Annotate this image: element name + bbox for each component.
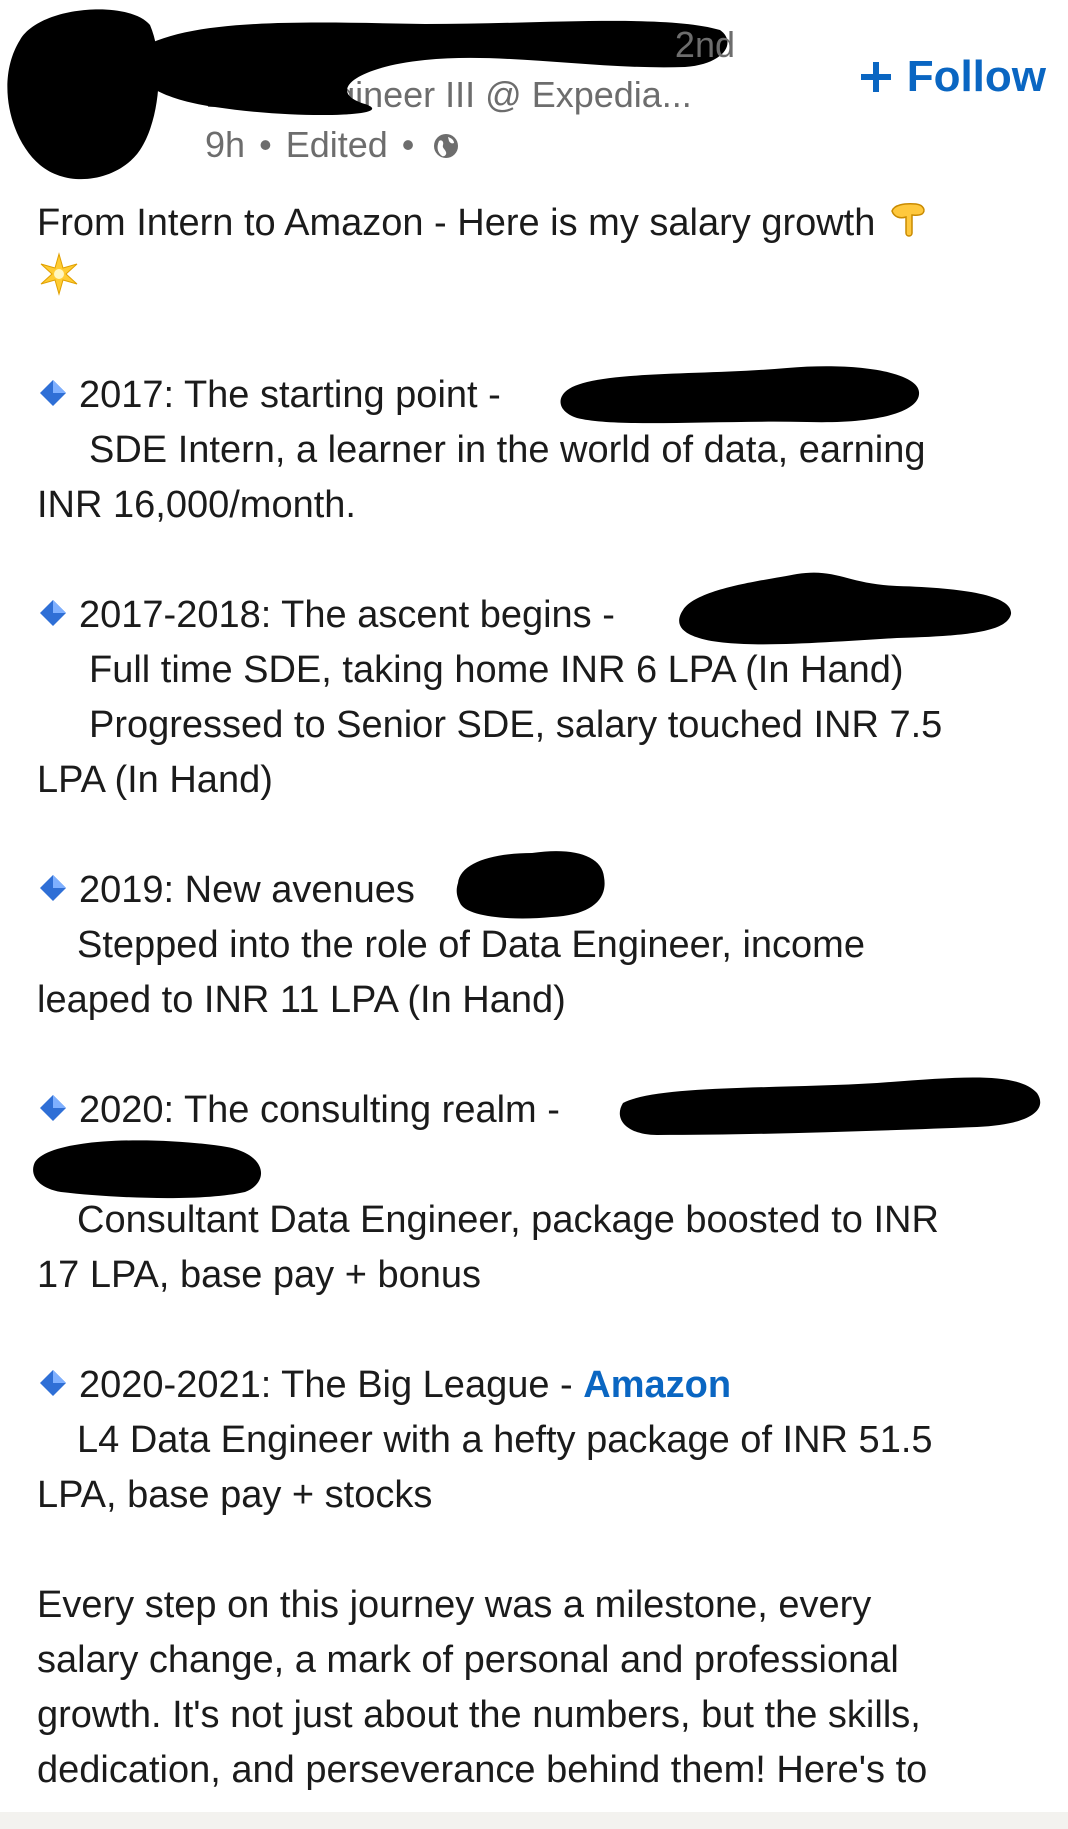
post-body: From Intern to Amazon - Here is my salar… xyxy=(33,196,1041,1798)
milestone-2017: 2017: The starting point - SDE Intern, a… xyxy=(37,366,1037,533)
milestone-line: leaped to INR 11 LPA (In Hand) xyxy=(37,979,566,1021)
milestone-title: 2019: New avenues xyxy=(37,851,1037,919)
company-redaction xyxy=(560,366,920,424)
company-redaction xyxy=(679,572,1012,645)
milestone-2019: 2019: New avenues Stepped into the role … xyxy=(37,851,1037,1028)
milestone-2017-2018: 2017-2018: The ascent begins - Full time… xyxy=(37,572,1037,808)
milestone-title-text: 2020-2021: The Big League - xyxy=(79,1364,584,1406)
intro-text: From Intern to Amazon - Here is my salar… xyxy=(37,202,876,244)
amazon-company-link[interactable]: Amazon xyxy=(583,1364,731,1406)
milestone-2020-2021: 2020-2021: The Big League - Amazon L4 Da… xyxy=(37,1358,1037,1523)
author-meta: 2nd Data Engineer III @ Expedia... 9h • … xyxy=(133,20,735,170)
post-time-row: 9h • Edited • xyxy=(205,120,735,170)
separator: • xyxy=(401,124,415,165)
globe-icon xyxy=(434,134,459,158)
name-redaction xyxy=(133,20,728,116)
milestone-title: 2020-2021: The Big League - Amazon xyxy=(37,1358,1037,1413)
blue-diamond-icon xyxy=(40,1095,66,1121)
milestone-title-text: 2019: New avenues xyxy=(79,869,415,911)
blue-diamond-icon xyxy=(40,1370,66,1396)
milestone-title-text: 2017: The starting point - xyxy=(79,374,501,416)
closing-line: dedication, and perseverance behind them… xyxy=(37,1749,928,1791)
separator: • xyxy=(259,124,272,165)
sparkle-line xyxy=(37,251,1037,313)
pointing-down-emoji-icon xyxy=(891,203,925,237)
follow-button[interactable]: Follow xyxy=(859,52,1046,102)
milestone-2020: 2020: The consulting realm - Consultant … xyxy=(33,1077,1041,1303)
bottom-divider xyxy=(0,1812,1068,1829)
milestone-title-text: 2017-2018: The ascent begins - xyxy=(79,594,615,636)
post-intro: From Intern to Amazon - Here is my salar… xyxy=(37,196,1037,251)
company-redaction-row xyxy=(33,1138,1037,1199)
milestone-line: L4 Data Engineer with a hefty package of… xyxy=(77,1419,933,1461)
author-name-row[interactable]: 2nd xyxy=(133,20,735,116)
blue-diamond-icon xyxy=(40,875,66,901)
milestone-title: 2017: The starting point - xyxy=(37,366,1037,424)
milestone-title: 2020: The consulting realm - xyxy=(37,1077,1041,1138)
blue-diamond-icon xyxy=(40,380,66,406)
milestone-line: 17 LPA, base pay + bonus xyxy=(37,1254,482,1296)
post-header: 2nd Data Engineer III @ Expedia... 9h • … xyxy=(0,0,1068,190)
milestone-line: Progressed to Senior SDE, salary touched… xyxy=(89,704,943,746)
milestone-line: LPA (In Hand) xyxy=(37,759,273,801)
company-redaction xyxy=(456,851,605,919)
closing-line: salary change, a mark of personal and pr… xyxy=(37,1639,899,1681)
blue-diamond-icon xyxy=(40,600,66,626)
company-redaction xyxy=(33,1140,262,1199)
closing-line: Every step on this journey was a milesto… xyxy=(37,1584,872,1626)
edited-label: Edited xyxy=(285,124,388,165)
sparkle-emoji-icon xyxy=(40,252,78,296)
milestone-title: 2017-2018: The ascent begins - xyxy=(37,572,1037,645)
post-time: 9h xyxy=(205,124,246,165)
connection-degree: 2nd xyxy=(674,24,735,65)
closing-paragraph: Every step on this journey was a milesto… xyxy=(37,1578,1037,1798)
milestone-title-text: 2020: The consulting realm - xyxy=(79,1089,560,1131)
follow-label: Follow xyxy=(906,52,1046,101)
plus-icon xyxy=(860,62,891,92)
milestone-line: LPA, base pay + stocks xyxy=(37,1474,433,1516)
closing-line: growth. It's not just about the numbers,… xyxy=(37,1694,921,1736)
milestone-line: INR 16,000/month. xyxy=(37,484,356,526)
